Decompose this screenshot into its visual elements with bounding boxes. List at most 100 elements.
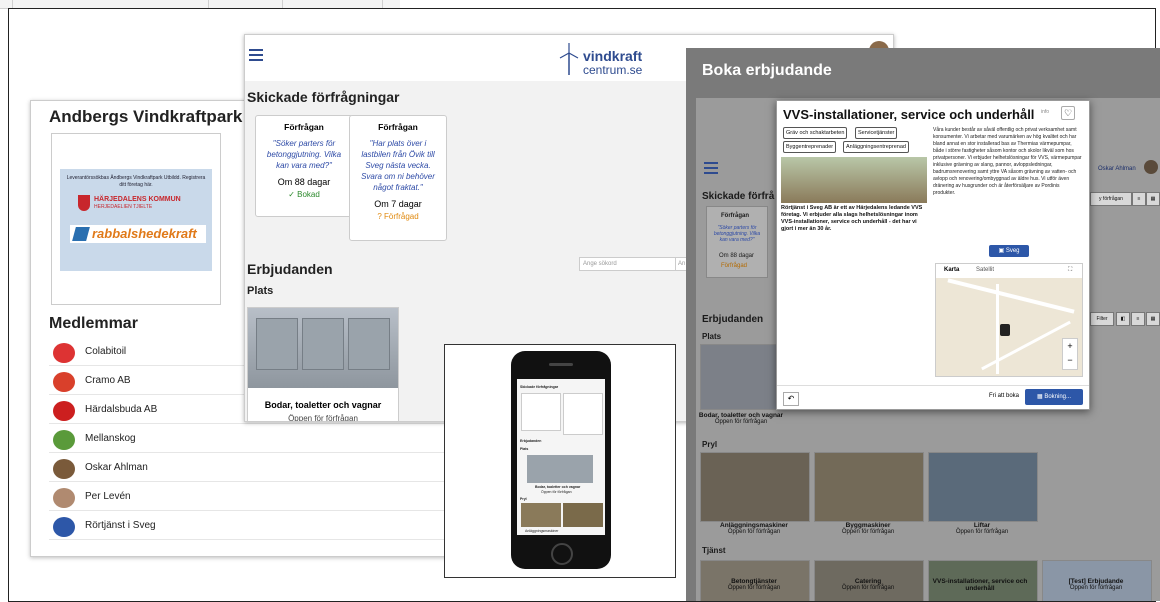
list-item[interactable]: Per Levén <box>49 486 459 511</box>
plats-caption: Bodar, toaletter och vagnar Öppen för för… <box>698 412 784 425</box>
fullscreen-icon[interactable]: ⛶ <box>1068 267 1072 274</box>
list-item[interactable]: Mellanskog <box>49 428 459 453</box>
phone-thumb <box>563 503 603 527</box>
strip-cell <box>12 0 209 8</box>
booking-request-days: Om 88 dagar <box>719 253 755 259</box>
menu-icon[interactable] <box>249 49 263 61</box>
filter-button[interactable]: Filter <box>1090 312 1114 326</box>
members-title: Medlemmar <box>49 315 138 332</box>
kommun-sub: HERJEDAELIEN TJIELTE <box>94 204 153 210</box>
info-link[interactable]: info <box>1041 109 1049 115</box>
strip-cell <box>208 0 283 8</box>
phone-offer-title: Bodar, toaletter och vagnar <box>535 485 581 489</box>
modal-title: VVS-installationer, service och underhål… <box>783 107 1035 122</box>
member-name: Rörtjänst i Sveg <box>85 520 156 531</box>
member-name: Härdalsbuda AB <box>85 404 158 415</box>
list-item[interactable]: Rörtjänst i Sveg <box>49 515 459 540</box>
new-request-button[interactable]: y förfrågan <box>1090 192 1132 206</box>
booking-request-header: Förfrågan <box>721 213 750 219</box>
offer-long-description: Våra kunder består av såväl offentlig oc… <box>933 127 1082 196</box>
avatar[interactable] <box>1144 160 1158 174</box>
wind-turbine-icon <box>559 43 579 75</box>
offer-card[interactable]: Bodar, toaletter och vagnar Öppen för fö… <box>247 307 399 421</box>
speaker-icon <box>549 363 573 366</box>
location-button[interactable]: ▣ Sveg <box>989 245 1029 257</box>
member-logo-icon <box>53 430 75 450</box>
plats-title: Plats <box>247 285 274 297</box>
offer-short-description: Rörtjänst i Sveg AB är ett av Härjedalen… <box>781 205 923 232</box>
map-tab-satellit[interactable]: Satellit <box>976 267 994 273</box>
map-marker-icon[interactable] <box>1000 324 1010 336</box>
strip-cell <box>282 0 383 8</box>
search-input[interactable]: Ange sökord <box>579 257 676 271</box>
member-name: Colabitoil <box>85 346 127 357</box>
map[interactable]: Karta Satellit ⛶ + − <box>935 263 1083 377</box>
tjanst-caption: Betongtjänster Öppen för förfrågan <box>727 578 781 591</box>
map-road <box>996 284 999 374</box>
member-logo-icon <box>53 343 75 363</box>
booking-request-card[interactable]: Förfrågan "Söker parters för betonggjutn… <box>706 206 768 278</box>
home-button <box>551 543 573 565</box>
pryl-thumb[interactable] <box>700 452 810 522</box>
request-header: Förfrågan <box>284 122 324 132</box>
phone-thumb-caption: Anläggningsmaskiner <box>525 529 559 533</box>
category-tag[interactable]: Servicetjänster <box>855 127 898 139</box>
category-tag[interactable]: Byggentreprenader <box>783 141 837 153</box>
pryl-caption: Byggmaskiner Öppen för förfrågan <box>841 522 895 535</box>
kommun-name: HÄRJEDALENS KOMMUN <box>94 196 181 203</box>
offers-title: Erbjudanden <box>247 261 333 277</box>
partner-image: Leverantörssökbas Ändbergs Vindkraftpark… <box>60 169 212 271</box>
member-logo-icon <box>53 372 75 392</box>
partner-text: Leverantörssökbas Ändbergs Vindkraftpark… <box>66 175 206 188</box>
kommun-logo: HÄRJEDALENS KOMMUN HERJEDAELIEN TJIELTE <box>78 195 208 213</box>
menu-icon[interactable] <box>704 162 718 174</box>
grid-view-icon[interactable]: ▦ <box>1146 312 1160 326</box>
member-logo-icon <box>53 401 75 421</box>
logo-word1: vindkraft <box>583 48 643 64</box>
request-card[interactable]: Förfrågan "Söker parters för betonggjutn… <box>255 115 353 217</box>
user-name[interactable]: Oskar Ahlman <box>1098 166 1136 172</box>
map-view-icon[interactable]: ◧ <box>1116 312 1130 326</box>
status-badge: Förfrågad <box>721 263 748 269</box>
partner-box[interactable]: Leverantörssökbas Ändbergs Vindkraftpark… <box>51 133 221 305</box>
status-badge: ✓ Bokad <box>288 190 320 199</box>
vindkraft-logo[interactable]: vindkraft centrum.se <box>557 43 657 77</box>
booking-request-quote: "Söker parters för betonggjutning. Vilka… <box>713 225 761 243</box>
phone-request-card <box>521 393 561 431</box>
phone-panel: Skickade förfrågningar Erbjudanden Plats… <box>444 344 676 578</box>
request-days: Om 7 dagar <box>374 199 422 209</box>
offer-modal: VVS-installationer, service och underhål… <box>776 100 1090 410</box>
phone-request-card <box>563 393 603 435</box>
member-name: Cramo AB <box>85 375 131 386</box>
plats-thumb[interactable] <box>700 344 782 410</box>
back-icon[interactable]: ↶ <box>783 392 799 406</box>
list-view-icon[interactable]: ≡ <box>1132 192 1146 206</box>
request-card[interactable]: Förfrågan "Har plats över i lastbilen fr… <box>349 115 447 241</box>
booking-title: Boka erbjudande <box>702 62 832 79</box>
pryl-caption: Liftar Öppen för förfrågan <box>955 522 1009 535</box>
pryl-thumb[interactable] <box>928 452 1038 522</box>
map-pin-icon: ▣ <box>998 248 1006 254</box>
booking-plats-title: Plats <box>702 332 722 341</box>
member-name: Oskar Ahlman <box>85 462 148 473</box>
category-tag[interactable]: Gräv och schaktarbeten <box>783 127 848 139</box>
offer-image <box>781 157 927 203</box>
member-name: Per Levén <box>85 491 131 502</box>
map-tab-karta[interactable]: Karta <box>944 267 959 273</box>
phone-pryl-title: Pryl <box>520 497 527 501</box>
pryl-caption: Anläggningsmaskiner Öppen för förfrågan <box>720 522 788 535</box>
map-road <box>981 320 1071 371</box>
rabbalshede-logo: rabbalshedekraft <box>70 225 206 243</box>
list-view-icon[interactable]: ≡ <box>1131 312 1145 326</box>
pryl-thumb[interactable] <box>814 452 924 522</box>
category-tag[interactable]: Anläggningsentreprenad <box>843 141 909 153</box>
grid-view-icon[interactable]: ▦ <box>1146 192 1160 206</box>
heart-icon[interactable]: ♡ <box>1061 106 1075 120</box>
map-tabs: Karta Satellit ⛶ <box>936 264 1082 278</box>
list-item[interactable]: Oskar Ahlman <box>49 457 459 482</box>
zoom-control[interactable]: + − <box>1062 338 1078 370</box>
book-button[interactable]: ▦ Bokning... <box>1025 389 1083 405</box>
tjanst-caption: VVS-installationer, service och underhål… <box>932 578 1028 592</box>
tjanst-caption: [Test] Erbjudande Öppen för förfrågan <box>1068 578 1124 591</box>
logo-word2: centrum.se <box>583 63 643 77</box>
